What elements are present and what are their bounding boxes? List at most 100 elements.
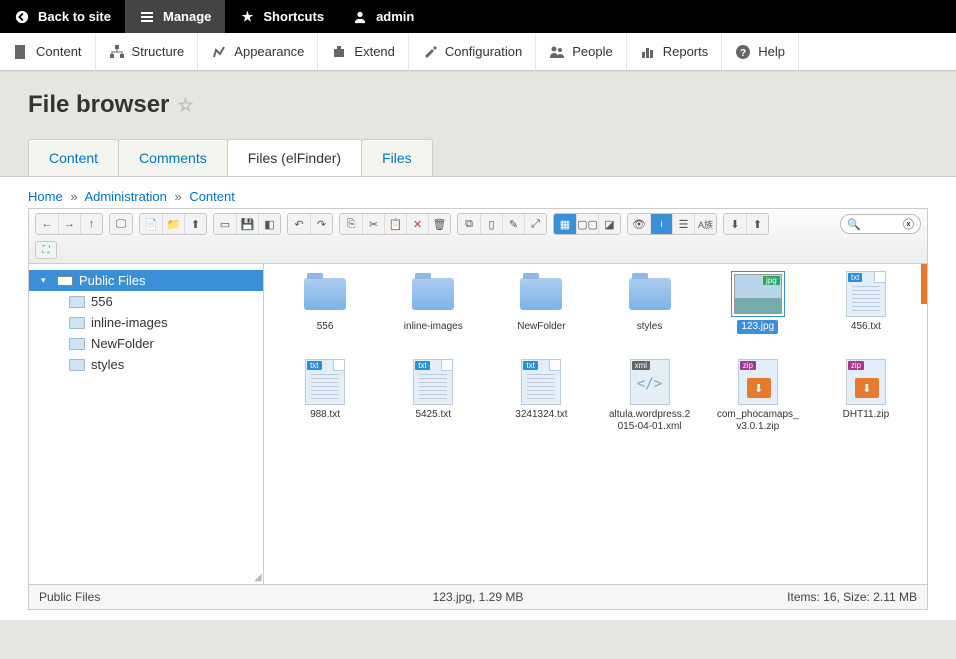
file-dht11-zip[interactable]: zip⬇ DHT11.zip <box>815 362 917 434</box>
manage-menu[interactable]: Manage <box>125 0 225 33</box>
status-summary: Items: 16, Size: 2.11 MB <box>787 590 917 604</box>
new-folder-icon[interactable]: 📁 <box>162 214 184 234</box>
open-icon[interactable]: ▭ <box>214 214 236 234</box>
rename-icon[interactable]: ▯ <box>480 214 502 234</box>
info-icon[interactable]: i <box>650 214 672 234</box>
zip-icon: zip⬇ <box>846 359 886 405</box>
select-none-icon[interactable]: ▢▢ <box>576 214 598 234</box>
cut-icon[interactable]: ✂ <box>362 214 384 234</box>
image-thumbnail: jpg <box>734 274 782 314</box>
file-label: 988.txt <box>306 408 344 422</box>
nav-forward-icon[interactable]: → <box>58 214 80 234</box>
back-to-site[interactable]: Back to site <box>0 0 125 33</box>
favorite-star-icon[interactable]: ☆ <box>177 95 193 116</box>
select-all-icon[interactable]: ▦ <box>554 214 576 234</box>
tree-root[interactable]: ▾ Public Files <box>29 270 263 291</box>
view-icon[interactable]: 👁 <box>628 214 650 234</box>
user-menu[interactable]: admin <box>338 0 428 33</box>
search-input[interactable] <box>867 218 897 230</box>
netmount-icon[interactable]: 🖵 <box>110 214 132 234</box>
file-altula-xml[interactable]: xml</>altula.wordpress.2015-04-01.xml <box>598 362 700 434</box>
redo-icon[interactable]: ↷ <box>310 214 332 234</box>
file-folder-newfolder[interactable]: NewFolder <box>490 274 592 334</box>
folder-icon <box>629 278 671 310</box>
getfile-icon[interactable]: ◧ <box>258 214 280 234</box>
tab-files[interactable]: Files <box>361 139 433 176</box>
folder-icon <box>520 278 562 310</box>
crumb-sep: » <box>66 189 81 204</box>
file-phocamaps-zip[interactable]: zip⬇com_phocamaps_v3.0.1.zip <box>707 362 809 434</box>
file-456-txt[interactable]: txt456.txt <box>815 274 917 334</box>
file-label: DHT11.zip <box>839 408 894 422</box>
folder-tree[interactable]: ▾ Public Files 556 inline-images NewFold… <box>29 264 264 584</box>
tree-item-newfolder[interactable]: NewFolder <box>29 333 263 354</box>
file-988-txt[interactable]: txt988.txt <box>274 362 376 434</box>
tab-comments[interactable]: Comments <box>118 139 228 176</box>
tree-root-label: Public Files <box>79 273 145 288</box>
appearance-icon <box>211 44 227 60</box>
tree-item-inline-images[interactable]: inline-images <box>29 312 263 333</box>
tree-collapse-icon[interactable]: ▾ <box>41 275 51 286</box>
paste-icon[interactable]: 📋 <box>384 214 406 234</box>
menu-reports[interactable]: Reports <box>627 33 723 70</box>
undo-icon[interactable]: ↶ <box>288 214 310 234</box>
file-folder-inline-images[interactable]: inline-images <box>382 274 484 334</box>
zip-badge: zip <box>740 361 756 370</box>
resize-handle-icon[interactable]: ◢ <box>254 572 264 582</box>
tab-files-elfinder[interactable]: Files (elFinder) <box>227 139 362 176</box>
file-5425-txt[interactable]: txt5425.txt <box>382 362 484 434</box>
extend-icon <box>331 44 347 60</box>
copy-icon[interactable]: ⎘ <box>340 214 362 234</box>
menu-configuration[interactable]: Configuration <box>409 33 536 70</box>
file-label: inline-images <box>400 320 467 334</box>
menu-extend[interactable]: Extend <box>318 33 408 70</box>
view-list-icon[interactable]: ☰ <box>672 214 694 234</box>
menu-content[interactable]: Content <box>0 33 96 70</box>
duplicate-icon[interactable]: ⧉ <box>458 214 480 234</box>
tab-content[interactable]: Content <box>28 139 119 176</box>
edit-icon[interactable]: ✎ <box>502 214 524 234</box>
delete-icon[interactable]: ✕ <box>406 214 428 234</box>
menu-reports-label: Reports <box>663 44 709 59</box>
menu-help[interactable]: ? Help <box>722 33 799 70</box>
resize-icon[interactable]: ⤢ <box>524 214 546 234</box>
file-label: NewFolder <box>513 320 569 334</box>
search-clear-icon[interactable]: ⓧ <box>903 216 914 232</box>
upload-icon[interactable]: ⬆ <box>184 214 206 234</box>
encoding-icon[interactable]: A族 <box>694 214 716 234</box>
file-3241324-txt[interactable]: txt3241324.txt <box>490 362 592 434</box>
file-123-jpg[interactable]: jpg123.jpg <box>707 274 809 334</box>
file-folder-556[interactable]: 556 <box>274 274 376 334</box>
crumb-content[interactable]: Content <box>189 189 235 204</box>
new-file-icon[interactable]: 📄 <box>140 214 162 234</box>
file-label: 556 <box>313 320 338 334</box>
menu-config-label: Configuration <box>445 44 522 59</box>
extract-icon[interactable]: ⬇ <box>724 214 746 234</box>
tree-item-styles[interactable]: styles <box>29 354 263 375</box>
nav-up-icon[interactable]: ↑ <box>80 214 102 234</box>
menu-structure[interactable]: Structure <box>96 33 199 70</box>
search-box[interactable]: 🔍 ⓧ <box>840 214 921 234</box>
page-title: File browser ☆ <box>28 91 928 119</box>
fullscreen-icon[interactable]: ⛶ <box>35 241 57 259</box>
arrow-left-icon <box>14 9 30 25</box>
download-icon[interactable]: 💾 <box>236 214 258 234</box>
tree-item-556[interactable]: 556 <box>29 291 263 312</box>
shortcuts-menu[interactable]: ★ Shortcuts <box>225 0 338 33</box>
crumb-sep: » <box>170 189 185 204</box>
back-label: Back to site <box>38 9 111 24</box>
crumb-admin[interactable]: Administration <box>84 189 166 204</box>
status-bar: Public Files 123.jpg, 1.29 MB Items: 16,… <box>29 584 927 609</box>
nav-back-icon[interactable]: ← <box>36 214 58 234</box>
file-folder-styles[interactable]: styles <box>598 274 700 334</box>
menu-content-label: Content <box>36 44 82 59</box>
scrollbar[interactable] <box>921 264 927 304</box>
file-grid[interactable]: 556 inline-images NewFolder styles jpg12… <box>264 264 927 584</box>
config-icon <box>422 44 438 60</box>
crumb-home[interactable]: Home <box>28 189 63 204</box>
empty-icon[interactable]: 🗑 <box>428 214 450 234</box>
select-invert-icon[interactable]: ◪ <box>598 214 620 234</box>
menu-appearance[interactable]: Appearance <box>198 33 318 70</box>
archive-icon[interactable]: ⬆ <box>746 214 768 234</box>
menu-people[interactable]: People <box>536 33 626 70</box>
